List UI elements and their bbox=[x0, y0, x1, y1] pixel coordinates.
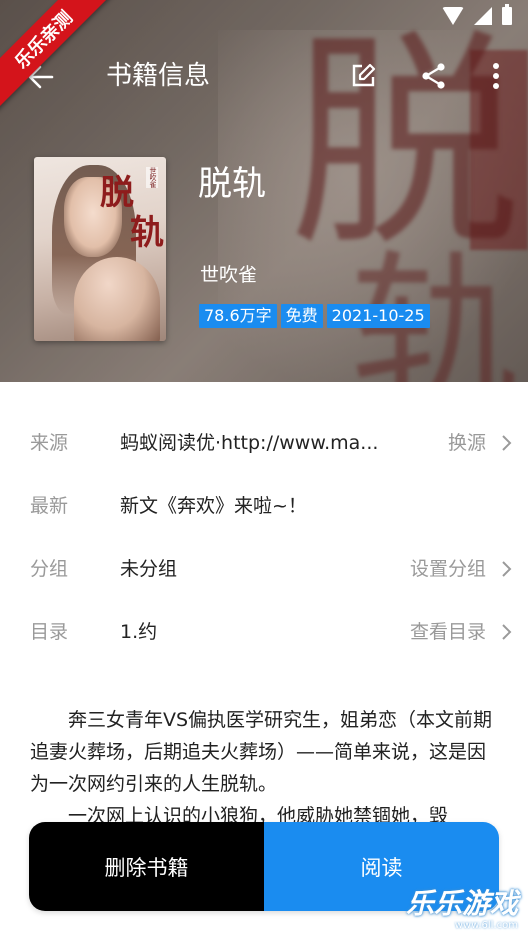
book-tags: 78.6万字 免费 2021-10-25 bbox=[199, 304, 430, 328]
watermark-brand: 乐乐游戏 bbox=[405, 887, 518, 920]
wifi-icon bbox=[442, 7, 464, 25]
group-row[interactable]: 分组 未分组 设置分组 bbox=[0, 538, 528, 600]
book-cover[interactable]: 脱 轨 世吹雀 bbox=[34, 157, 166, 341]
latest-label: 最新 bbox=[30, 495, 69, 517]
set-group-button[interactable]: 设置分组 bbox=[410, 556, 486, 582]
toolbar: 书籍信息 bbox=[0, 48, 528, 104]
watermark-url: www.6ll.com bbox=[454, 920, 518, 931]
source-row[interactable]: 来源 蚂蚁阅读优·http://www.ma... 换源 bbox=[0, 412, 528, 474]
delete-book-button[interactable]: 删除书籍 bbox=[29, 822, 264, 911]
description-paragraph-1: 奔三女青年VS偏执医学研究生，姐弟恋（本文前期追妻火葬场，后期追夫火葬场）——简… bbox=[30, 709, 493, 795]
chevron-right-icon bbox=[502, 561, 512, 577]
signal-icon bbox=[474, 7, 492, 25]
change-source-button[interactable]: 换源 bbox=[448, 430, 486, 456]
book-title: 脱轨 bbox=[198, 164, 266, 204]
latest-value: 新文《奔欢》来啦~！ bbox=[120, 495, 307, 517]
edit-icon[interactable] bbox=[349, 62, 377, 90]
more-vert-icon[interactable] bbox=[484, 62, 508, 90]
chevron-right-icon bbox=[502, 435, 512, 451]
cover-title-1: 脱 bbox=[100, 173, 134, 213]
toc-value: 1.约 bbox=[120, 621, 158, 643]
source-label: 来源 bbox=[30, 432, 69, 454]
cover-title-2: 轨 bbox=[130, 213, 164, 253]
toc-label: 目录 bbox=[30, 621, 69, 643]
cover-author: 世吹雀 bbox=[146, 167, 158, 188]
view-toc-button[interactable]: 查看目录 bbox=[410, 619, 486, 645]
watermark-logo: 乐乐游戏 www.6ll.com bbox=[406, 888, 518, 932]
tag-word-count: 78.6万字 bbox=[199, 304, 277, 328]
tag-free: 免费 bbox=[280, 304, 323, 328]
page-title: 书籍信息 bbox=[106, 61, 211, 91]
book-description: 奔三女青年VS偏执医学研究生，姐弟恋（本文前期追妻火葬场，后期追夫火葬场）——简… bbox=[30, 704, 500, 832]
battery-icon bbox=[502, 4, 512, 25]
group-label: 分组 bbox=[30, 558, 69, 580]
source-value: 蚂蚁阅读优·http://www.ma... bbox=[120, 432, 379, 454]
group-value: 未分组 bbox=[120, 558, 178, 580]
share-icon[interactable] bbox=[420, 62, 448, 90]
book-author[interactable]: 世吹雀 bbox=[200, 262, 257, 288]
chevron-right-icon bbox=[502, 624, 512, 640]
toc-row[interactable]: 目录 1.约 查看目录 bbox=[0, 601, 528, 663]
latest-row: 最新 新文《奔欢》来啦~！ bbox=[0, 475, 528, 537]
tag-date: 2021-10-25 bbox=[326, 304, 430, 328]
